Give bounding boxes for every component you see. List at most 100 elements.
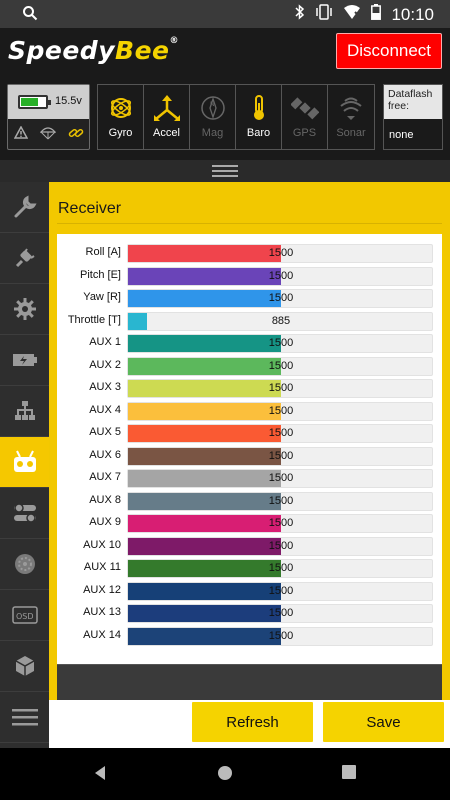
channel-label: AUX 7	[89, 471, 121, 483]
sidebar-item-configuration[interactable]	[0, 284, 49, 335]
channel-row: AUX 1 1500	[57, 332, 442, 355]
panel-footer-strip	[57, 664, 442, 700]
sidebar-item-modes[interactable]	[0, 488, 49, 539]
refresh-button[interactable]: Refresh	[192, 702, 313, 742]
sensor-gyro: Gyro	[98, 85, 144, 149]
channel-bar: 1500	[127, 514, 433, 533]
vibrate-icon	[315, 4, 333, 25]
sensor-bar: 15.5v Gyro Accel N Mag Baro GPS Sonar Da…	[0, 76, 450, 160]
sonar-icon	[337, 93, 365, 123]
parachute-icon	[39, 126, 57, 145]
gear-icon	[13, 298, 36, 320]
sensor-label: Sonar	[336, 127, 366, 139]
channel-label: AUX 8	[89, 493, 121, 506]
channel-value: 1500	[268, 247, 294, 259]
channel-label: AUX 12	[83, 583, 121, 596]
channel-value: 1500	[268, 449, 294, 462]
channel-value: 1500	[268, 292, 294, 304]
channel-label: Pitch [E]	[80, 268, 121, 281]
channel-row: AUX 10 1500	[57, 535, 442, 558]
channel-bar: 1500	[127, 266, 433, 286]
sensor-baro: Baro	[236, 85, 282, 149]
channel-bar: 1500	[127, 469, 433, 488]
hamburger-icon	[212, 165, 238, 177]
sensor-label: Baro	[246, 127, 271, 139]
network-icon	[14, 401, 35, 420]
sensor-gps: GPS	[282, 85, 328, 149]
channel-label: AUX 4	[89, 403, 121, 416]
channel-row: AUX 14 1500	[57, 625, 442, 648]
thermometer-icon	[245, 93, 273, 123]
channel-bar: 1500	[127, 289, 433, 308]
sidebar: OSD	[0, 182, 49, 748]
channel-bar: 1500	[127, 244, 433, 263]
home-icon[interactable]	[217, 765, 233, 786]
dataflash-value: none	[384, 119, 442, 149]
action-bar: Refresh Save	[49, 700, 450, 748]
app-root: 10:10 SpeedyBee® Disconnect 15.5v Gyro A…	[0, 0, 450, 800]
satellite-icon	[290, 93, 319, 123]
channel-value: 1500	[268, 539, 294, 552]
page-title: Receiver	[57, 194, 442, 224]
cube-icon	[15, 656, 34, 676]
sensor-label: Accel	[153, 127, 180, 139]
channel-row: AUX 7 1500	[57, 467, 442, 490]
channel-row: Yaw [R] 1500	[57, 287, 442, 310]
save-button[interactable]: Save	[323, 702, 444, 742]
sidebar-item-motors[interactable]	[0, 539, 49, 590]
sensor-mag: N Mag	[190, 85, 236, 149]
battery-icon	[12, 354, 37, 366]
channel-bar: 1500	[127, 334, 433, 353]
status-bar: 10:10	[0, 0, 450, 28]
motor-icon	[14, 554, 35, 574]
sidebar-item-ports[interactable]	[0, 233, 49, 284]
plug-icon	[15, 248, 35, 268]
channel-row: AUX 13 1500	[57, 602, 442, 625]
channel-bar: 1500	[127, 379, 433, 398]
sidebar-item-receiver[interactable]	[0, 437, 49, 488]
channel-value: 885	[271, 314, 291, 327]
channel-label: AUX 9	[89, 516, 121, 528]
sidebar-item-osd[interactable]: OSD	[0, 590, 49, 641]
channel-row: AUX 6 1500	[57, 445, 442, 468]
sensor-accel: Accel	[144, 85, 190, 149]
accel-icon	[153, 93, 181, 123]
sidebar-item-power[interactable]	[0, 335, 49, 386]
gyro-icon	[107, 93, 135, 123]
sidebar-item-setup[interactable]	[0, 182, 49, 233]
logo-text-speedy: Speedy	[8, 36, 116, 65]
channel-bar: 1500	[127, 626, 433, 646]
channel-row: Throttle [T] 885	[57, 310, 442, 333]
back-icon[interactable]	[93, 765, 107, 786]
expand-handle[interactable]	[0, 160, 450, 182]
channel-bar: 1500	[127, 604, 433, 623]
channel-row: AUX 2 1500	[57, 355, 442, 378]
dataflash-panel: Dataflash free: none	[383, 84, 443, 150]
channel-bar: 1500	[127, 424, 433, 443]
svg-text:N: N	[210, 101, 215, 108]
receiver-panel: Receiver Roll [A] 1500 Pitch [E] 1500 Yaw [R…	[57, 194, 442, 672]
disconnect-button[interactable]: Disconnect	[336, 33, 442, 69]
link-icon	[68, 126, 84, 145]
sidebar-item-blackbox[interactable]	[0, 641, 49, 692]
channel-row: AUX 3 1500	[57, 377, 442, 400]
channel-value: 1500	[268, 607, 294, 619]
channel-value: 1500	[268, 494, 294, 507]
clock: 10:10	[391, 4, 434, 24]
channel-row: AUX 5 1500	[57, 422, 442, 445]
sidebar-item-failsafe[interactable]	[0, 386, 49, 437]
channel-label: Yaw [R]	[83, 291, 121, 303]
recents-icon[interactable]	[342, 765, 356, 784]
channel-bar: 885	[127, 311, 433, 331]
channel-label: Throttle [T]	[67, 313, 121, 326]
sensor-sonar: Sonar	[328, 85, 374, 149]
sidebar-item-more[interactable]	[0, 692, 49, 743]
channel-value: 1500	[268, 269, 294, 282]
channel-value: 1500	[268, 629, 294, 642]
channel-row: AUX 9 1500	[57, 512, 442, 535]
wrench-icon	[14, 195, 37, 218]
warning-icon	[13, 125, 29, 145]
channel-value: 1500	[268, 517, 294, 529]
channel-label: AUX 13	[83, 606, 121, 618]
speedybee-logo: SpeedyBee®	[8, 36, 179, 65]
